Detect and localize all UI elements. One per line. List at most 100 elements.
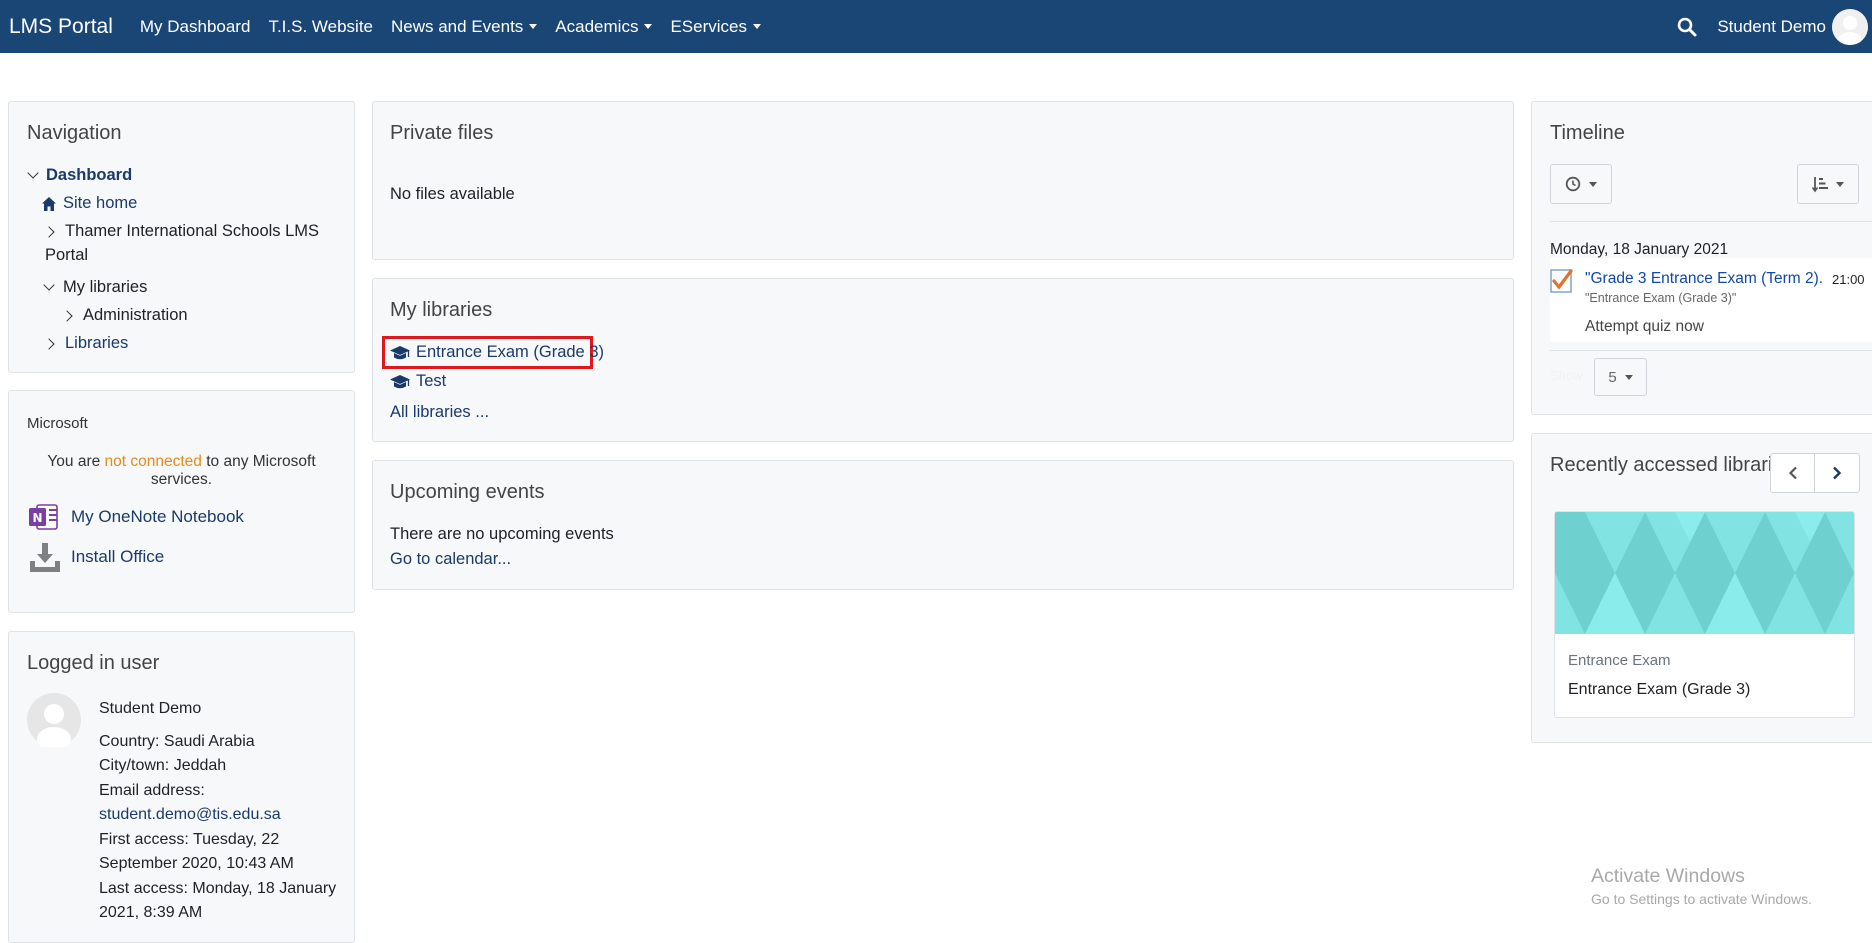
user-email-link[interactable]: student.demo@tis.edu.sa [99, 803, 336, 828]
recently-accessed-block: Recently accessed libraries Entrance Exa… [1531, 433, 1872, 743]
user-details: Student Demo Country: Saudi Arabia City/… [99, 697, 336, 926]
tree-portal[interactable]: Thamer International Schools LMS Portal [43, 222, 320, 265]
graduation-cap-icon [390, 345, 410, 359]
timeline-filter-dropdown[interactable] [1550, 164, 1612, 204]
search-icon[interactable] [1675, 15, 1699, 39]
site-home-link: Site home [63, 194, 138, 212]
carousel-prev-button[interactable] [1771, 454, 1815, 492]
tree-administration[interactable]: Administration [61, 306, 188, 325]
user-city: City/town: Jeddah [99, 757, 227, 774]
private-files-block: Private files No files available [372, 101, 1514, 260]
last-access-line2: 2021, 8:39 AM [99, 904, 203, 921]
graduation-cap-icon [390, 374, 410, 388]
my-libraries-label: My libraries [63, 278, 148, 296]
carousel-next-button[interactable] [1815, 454, 1859, 492]
timeline-date: Monday, 18 January 2021 [1550, 241, 1729, 258]
timeline-event-item: "Grade 3 Entrance Exam (Term 2)... 21:00… [1550, 258, 1872, 342]
no-events-text: There are no upcoming events [390, 525, 614, 543]
user-avatar-icon [27, 693, 81, 747]
timeline-sort-dropdown[interactable] [1797, 164, 1859, 204]
caret-down-icon [1589, 181, 1597, 187]
caret-down-icon [752, 24, 761, 29]
nav-tis-website[interactable]: T.I.S. Website [268, 17, 373, 37]
status-prefix: You are [47, 453, 105, 470]
navigation-title: Navigation [27, 122, 122, 144]
timeline-event-link[interactable]: "Grade 3 Entrance Exam (Term 2)... [1585, 270, 1822, 288]
timeline-title: Timeline [1550, 122, 1625, 144]
my-libraries-title: My libraries [390, 299, 493, 321]
per-page-dropdown[interactable]: 5 [1594, 358, 1647, 396]
caret-down-icon [529, 24, 538, 29]
nav-eservices[interactable]: EServices [670, 17, 761, 37]
navigation-block: Navigation Dashboard Site home Thamer In… [8, 101, 355, 373]
nav-label: T.I.S. Website [268, 16, 373, 36]
nav-academics[interactable]: Academics [555, 16, 653, 37]
timeline-divider [1550, 221, 1872, 222]
windows-activation-watermark: Activate Windows Go to Settings to activ… [1591, 865, 1812, 907]
tree-dashboard-label: Dashboard [46, 166, 133, 184]
upcoming-events-block: Upcoming events There are no upcoming ev… [372, 460, 1514, 590]
course-name-link[interactable]: Entrance Exam (Grade 3) [1568, 681, 1750, 699]
user-email-label: Email address: [99, 781, 205, 799]
status-not-connected: not connected [104, 453, 202, 470]
onenote-link[interactable]: N My OneNote Notebook [29, 503, 244, 531]
svg-text:N: N [32, 511, 42, 525]
top-navbar: LMS Portal My Dashboard T.I.S. Website N… [0, 0, 1872, 53]
portal-label-line1: Thamer International Schools LMS [65, 222, 320, 240]
recent-course-card[interactable]: Entrance Exam Entrance Exam (Grade 3) [1554, 511, 1855, 718]
all-libraries-link[interactable]: All libraries ... [390, 403, 489, 422]
course-category: Entrance Exam [1568, 652, 1671, 669]
timeline-block: Timeline Monday, 18 January 2021 "Grade … [1531, 101, 1872, 415]
avatar-icon [1832, 8, 1868, 45]
nav-label: News and Events [391, 16, 524, 36]
library-item-entrance-exam[interactable]: Entrance Exam (Grade 3) [390, 343, 604, 362]
download-icon [30, 543, 60, 572]
timeline-event-course: "Entrance Exam (Grade 3)" [1585, 291, 1737, 305]
microsoft-block: Microsoft You are not connected to any M… [8, 390, 355, 613]
private-files-title: Private files [390, 122, 494, 144]
user-menu-name[interactable]: Student Demo [1717, 17, 1826, 37]
nav-my-dashboard[interactable]: My Dashboard [140, 17, 251, 37]
caret-down-icon [1836, 181, 1844, 187]
go-to-calendar-link[interactable]: Go to calendar... [390, 550, 511, 569]
logged-in-user-block: Logged in user Student Demo Country: Sau… [8, 631, 355, 943]
quiz-icon [1550, 269, 1573, 293]
tree-my-libraries[interactable]: My libraries [43, 278, 148, 297]
administration-label: Administration [83, 306, 188, 324]
brand-link[interactable]: LMS Portal [9, 15, 113, 39]
chevron-down-icon [27, 167, 39, 179]
nav-label: My Dashboard [139, 16, 251, 36]
upcoming-events-title: Upcoming events [390, 481, 545, 503]
logged-in-user-title: Logged in user [27, 652, 160, 674]
timeline-event-time: 21:00 [1832, 272, 1865, 287]
tree-libraries[interactable]: Libraries [43, 334, 128, 353]
nav-label: Academics [555, 16, 639, 36]
caret-down-icon [1624, 374, 1633, 380]
install-office-link[interactable]: Install Office [29, 541, 164, 573]
carousel-controls [1770, 453, 1860, 493]
caret-down-icon [644, 24, 653, 29]
sort-icon [1812, 177, 1828, 193]
recently-accessed-title: Recently accessed libraries [1550, 454, 1794, 476]
attempt-quiz-link[interactable]: Attempt quiz now [1585, 318, 1704, 336]
chevron-down-icon [43, 279, 55, 291]
show-label: Show [1550, 368, 1583, 383]
microsoft-status: You are not connected to any Microsoft s… [9, 453, 354, 489]
timeline-divider-bottom [1550, 350, 1872, 351]
onenote-icon: N [29, 504, 58, 530]
status-suffix: to any Microsoft [201, 453, 316, 470]
chevron-right-icon [43, 338, 55, 350]
tree-dashboard[interactable]: Dashboard [27, 166, 133, 185]
home-icon [42, 197, 56, 211]
per-page-value: 5 [1608, 368, 1617, 386]
user-avatar[interactable] [1832, 8, 1868, 45]
portal-label-line2: Portal [45, 246, 89, 264]
library-item-test[interactable]: Test [390, 372, 446, 391]
course-pattern-image [1555, 512, 1854, 634]
nav-label: EServices [670, 16, 747, 36]
tree-site-home[interactable]: Site home [41, 194, 137, 213]
clock-icon [1565, 176, 1581, 192]
last-access-line1: Last access: Monday, 18 January [99, 879, 337, 897]
microsoft-title: Microsoft [27, 415, 88, 432]
nav-news-and-events[interactable]: News and Events [391, 16, 538, 37]
